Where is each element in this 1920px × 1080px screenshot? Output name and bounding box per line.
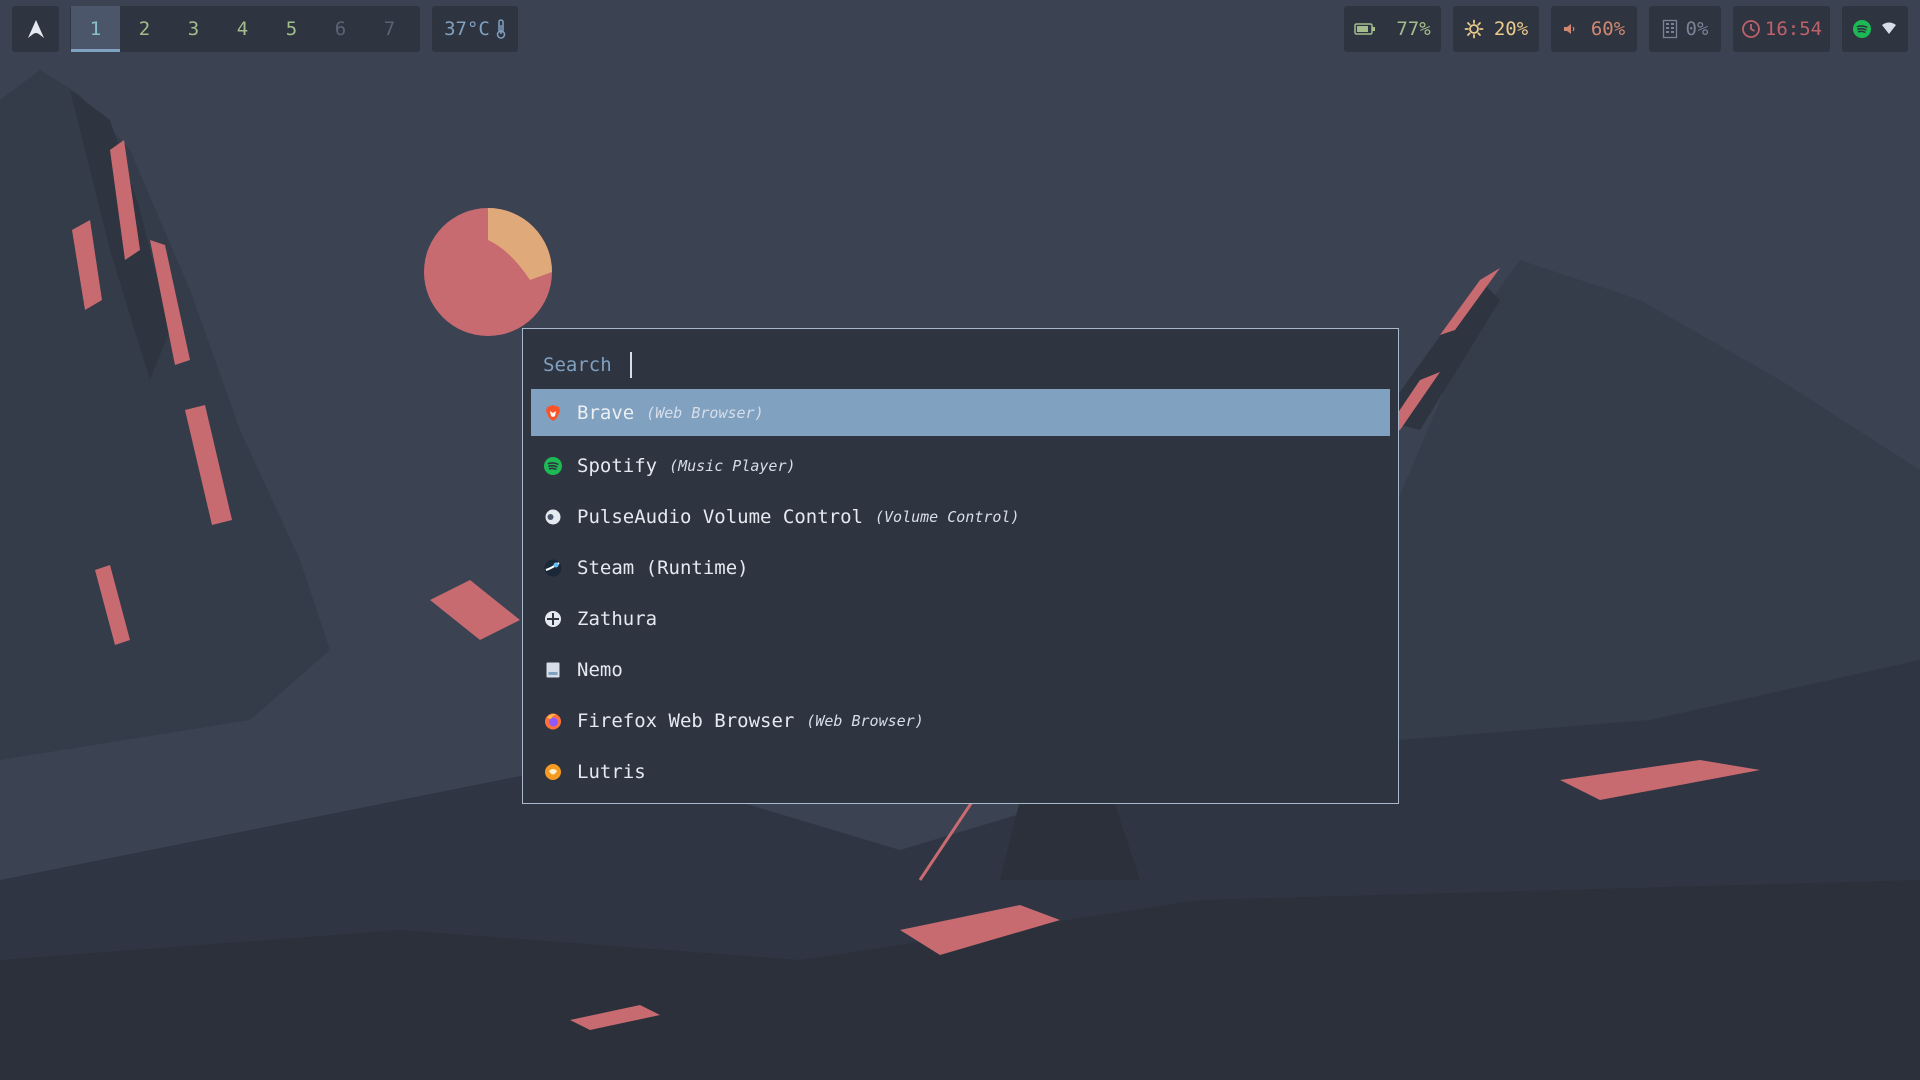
lutris-icon: [543, 762, 563, 782]
temperature-value: 37°C: [444, 18, 490, 40]
workspace-1[interactable]: 1: [71, 6, 120, 52]
workspace-3[interactable]: 3: [169, 6, 218, 52]
memory-icon: [1662, 19, 1677, 39]
app-generic-name: (Volume Control): [874, 507, 1020, 526]
list-item-zathura[interactable]: Zathura: [531, 593, 1390, 644]
brave-icon: [543, 403, 563, 423]
app-name: Brave: [577, 401, 635, 424]
search-label: Search: [543, 354, 612, 376]
list-item-nemo[interactable]: Nemo: [531, 644, 1390, 695]
firefox-icon: [543, 711, 563, 731]
thermometer-icon: [496, 19, 506, 39]
app-name: PulseAudio Volume Control: [577, 505, 863, 528]
list-item-steam[interactable]: Steam (Runtime): [531, 542, 1390, 593]
workspace-switcher: 1 2 3 4 5 6 7: [70, 6, 420, 52]
steam-icon: [543, 558, 563, 578]
nemo-icon: [543, 660, 563, 680]
workspace-6[interactable]: 6: [316, 6, 365, 52]
speaker-icon: [1563, 24, 1575, 34]
app-name: Zathura: [577, 607, 658, 630]
memory-module[interactable]: 0%: [1649, 6, 1721, 52]
zathura-icon: [543, 609, 563, 629]
memory-value: 0%: [1685, 18, 1709, 40]
list-item-brave[interactable]: Brave (Web Browser): [531, 389, 1390, 436]
list-item-lutris[interactable]: Lutris: [531, 746, 1390, 797]
clock-value: 16:54: [1764, 18, 1823, 40]
battery-value: 77%: [1396, 18, 1431, 40]
list-item-firefox[interactable]: Firefox Web Browser (Web Browser): [531, 695, 1390, 746]
battery-icon: [1354, 23, 1376, 35]
app-generic-name: (Web Browser): [806, 711, 924, 730]
wifi-icon[interactable]: [1881, 22, 1897, 36]
app-menu-button[interactable]: [12, 6, 59, 52]
temperature-module[interactable]: 37°C: [432, 6, 518, 52]
app-name: Lutris: [577, 760, 646, 783]
brightness-module[interactable]: 20%: [1453, 6, 1539, 52]
brightness-icon: [1464, 19, 1484, 39]
spotify-icon: [543, 456, 563, 476]
search-box[interactable]: Search: [543, 345, 632, 385]
volume-module[interactable]: 60%: [1551, 6, 1637, 52]
clock-module[interactable]: 16:54: [1733, 6, 1830, 52]
brightness-value: 20%: [1493, 18, 1529, 40]
list-item-pulseaudio[interactable]: PulseAudio Volume Control (Volume Contro…: [531, 491, 1390, 542]
volume-value: 60%: [1590, 18, 1626, 40]
app-list: Brave (Web Browser) Spotify (Music Playe…: [531, 389, 1390, 797]
arch-logo-icon: [27, 20, 44, 38]
pulseaudio-icon: [543, 507, 563, 527]
battery-module[interactable]: 77%: [1344, 6, 1441, 52]
status-bar: 1 2 3 4 5 6 7 37°C 77% 20% 60% 0% 16:54: [0, 0, 1920, 60]
app-generic-name: (Music Player): [669, 456, 796, 475]
list-item-spotify[interactable]: Spotify (Music Player): [531, 440, 1390, 491]
clock-icon: [1741, 20, 1760, 38]
system-tray: [1842, 6, 1908, 52]
app-launcher: Search Brave (Web Browser) Spotify (Musi…: [522, 328, 1399, 804]
app-name: Steam (Runtime): [577, 556, 749, 579]
workspace-2[interactable]: 2: [120, 6, 169, 52]
text-cursor: [629, 352, 632, 378]
app-name: Spotify: [577, 454, 658, 477]
workspace-7[interactable]: 7: [365, 6, 414, 52]
app-name: Firefox Web Browser: [577, 709, 795, 732]
app-name: Nemo: [577, 658, 623, 681]
spotify-tray-icon[interactable]: [1853, 20, 1871, 38]
app-generic-name: (Web Browser): [646, 403, 764, 422]
workspace-4[interactable]: 4: [218, 6, 267, 52]
workspace-5[interactable]: 5: [267, 6, 316, 52]
